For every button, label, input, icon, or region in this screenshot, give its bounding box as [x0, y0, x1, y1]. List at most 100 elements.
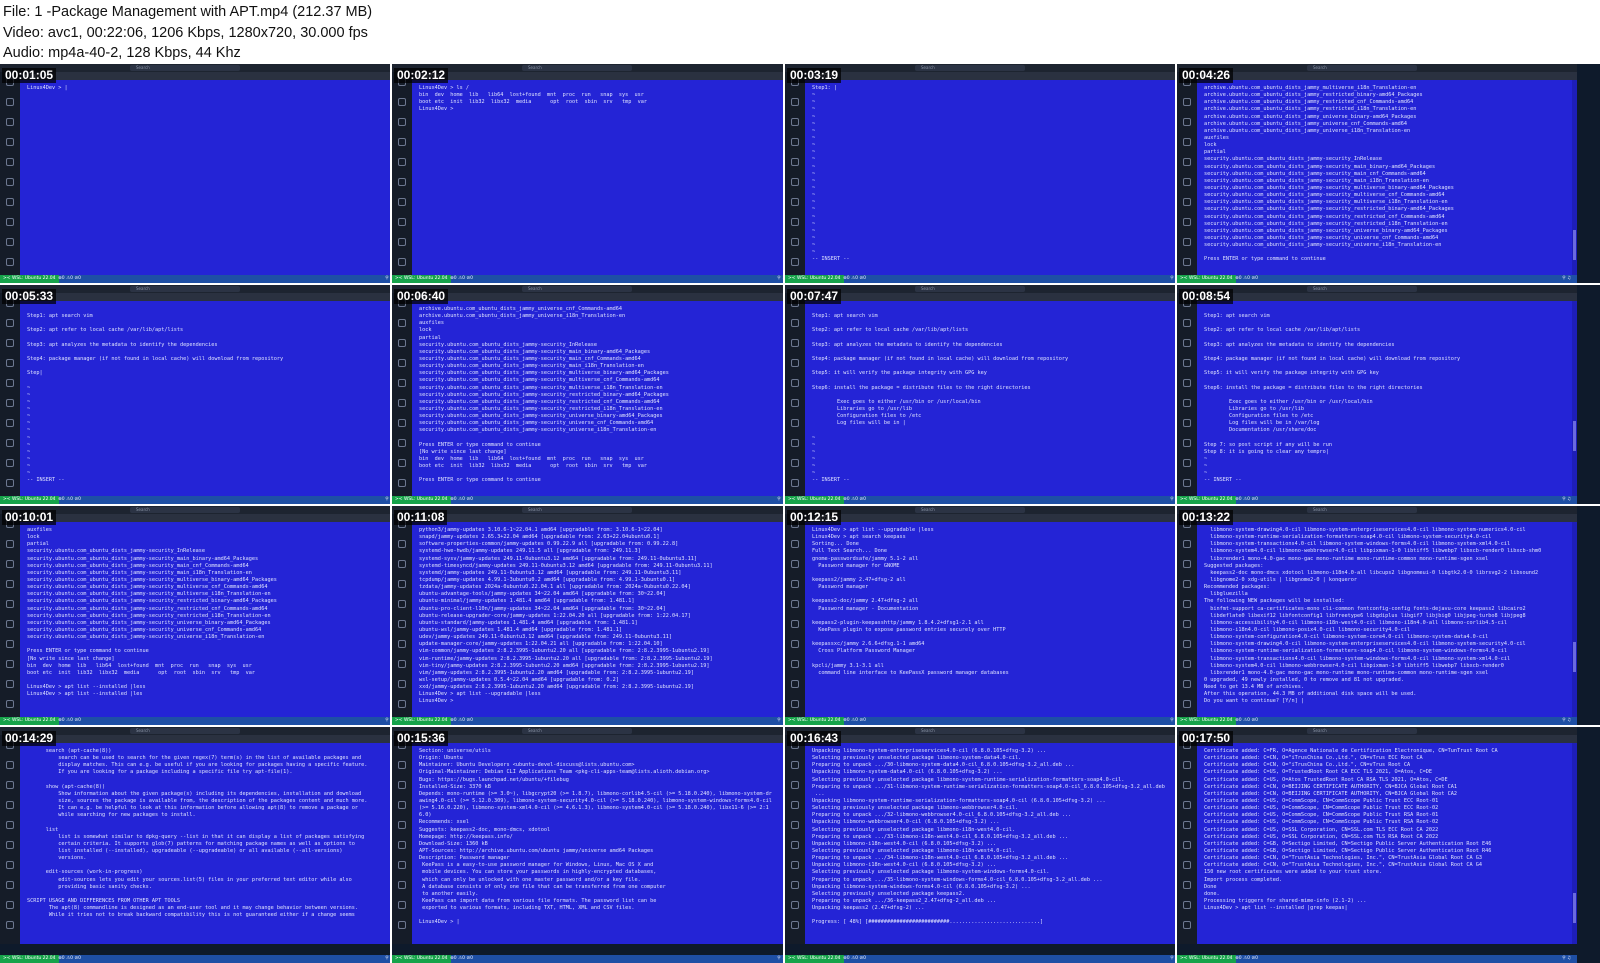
remote-explorer-icon[interactable]	[1183, 399, 1191, 407]
source-control-icon[interactable]	[398, 339, 406, 347]
remote-indicator[interactable]: ≻< WSL: Ubuntu 22.04	[1177, 496, 1236, 504]
testing-icon[interactable]	[791, 861, 799, 869]
docker-icon[interactable]	[791, 439, 799, 447]
search-box[interactable]: Search	[522, 728, 632, 734]
run-debug-icon[interactable]	[6, 801, 14, 809]
terminal-panel[interactable]: Section: universe/utils Origin: Ubuntu Mai…	[412, 743, 783, 944]
terminal-panel[interactable]: archive.ubuntu.com_ubuntu_dists_jammy_un…	[412, 301, 783, 502]
run-debug-icon[interactable]	[1183, 359, 1191, 367]
testing-icon[interactable]	[1183, 419, 1191, 427]
terminal-panel[interactable]: Unpacking libmono-system-enterpriseservi…	[805, 743, 1175, 944]
search-icon[interactable]	[6, 761, 14, 769]
account-icon[interactable]	[6, 680, 14, 688]
notifications-icon[interactable]: ⚲ ♫	[1170, 496, 1175, 504]
video-thumbnail[interactable]: Search▣ bash ×auxfileslockpartialsecurit…	[0, 506, 390, 725]
problems-indicator[interactable]: ⊗0 ⚠0 ⊘0	[1235, 275, 1258, 283]
video-thumbnail[interactable]: Search▣ bash × Linux4Dev > ls /bin dev ho…	[392, 64, 783, 283]
remote-indicator[interactable]: ≻< WSL: Ubuntu 22.04	[785, 955, 844, 963]
notifications-icon[interactable]: ⚲ ♫	[385, 275, 390, 283]
problems-indicator[interactable]: ⊗0 ⚠0 ⊘0	[58, 955, 81, 963]
terminal-panel[interactable]: auxfiles lock partial security.ubuntu.com_u…	[20, 522, 390, 723]
docker-icon[interactable]	[398, 881, 406, 889]
terminal-panel[interactable]: Linux4Dev > apt list --upgradable |less L…	[805, 522, 1175, 723]
remote-indicator[interactable]: ≻< WSL: Ubuntu 22.04	[785, 496, 844, 504]
source-control-icon[interactable]	[1183, 560, 1191, 568]
docker-icon[interactable]	[6, 660, 14, 668]
terminal-panel[interactable]: Linux4Dev > ls / bin dev home lib lib64 l…	[412, 80, 783, 281]
terminal-panel[interactable]: search (apt-cache(8)) search can be used…	[20, 743, 390, 944]
problems-indicator[interactable]: ⊗0 ⚠0 ⊘0	[58, 275, 81, 283]
remote-explorer-icon[interactable]	[791, 399, 799, 407]
source-control-icon[interactable]	[6, 339, 14, 347]
run-debug-icon[interactable]	[1183, 138, 1191, 146]
terminal-panel[interactable]: Step1: apt search vim Step2: apt refer to…	[1197, 301, 1577, 502]
extensions-icon[interactable]	[1183, 379, 1191, 387]
terminal-panel[interactable]: Step1: apt search vim Step2: apt refer to…	[805, 301, 1175, 502]
video-thumbnail[interactable]: Search▣ bash ×Section: universe/utilsOri…	[392, 727, 783, 963]
run-debug-icon[interactable]	[791, 359, 799, 367]
notifications-icon[interactable]: ⚲ ♫	[777, 275, 783, 283]
search-box[interactable]: Search	[915, 728, 1025, 734]
source-control-icon[interactable]	[6, 781, 14, 789]
video-thumbnail[interactable]: Search▣ bash × Unpacking libmono-system-e…	[785, 727, 1175, 963]
terminal-panel[interactable]: Step1: | ~ ~ ~ ~ ~ ~ ~ ~ ~ ~ ~ ~ ~ ~ ~ ~ ~ ~ ~ ~ ~ ~ ~ -- INSERT…	[805, 80, 1175, 281]
settings-icon[interactable]	[791, 479, 799, 487]
extensions-icon[interactable]	[1183, 158, 1191, 166]
extensions-icon[interactable]	[398, 821, 406, 829]
video-thumbnail[interactable]: Search▣ bash × Linux4Dev > | ≻< WSL: Ubunt…	[0, 64, 390, 283]
search-box[interactable]: Search	[1307, 65, 1417, 71]
notifications-icon[interactable]: ⚲ ♫	[1562, 717, 1571, 725]
scrollbar-thumb[interactable]	[1573, 230, 1576, 260]
problems-indicator[interactable]: ⊗0 ⚠0 ⊘0	[843, 496, 866, 504]
problems-indicator[interactable]: ⊗0 ⚠0 ⊘0	[843, 275, 866, 283]
testing-icon[interactable]	[1183, 198, 1191, 206]
video-thumbnail[interactable]: Search▣ bash × libmono-system-drawing4.0…	[1177, 506, 1600, 725]
search-icon[interactable]	[398, 98, 406, 106]
testing-icon[interactable]	[791, 640, 799, 648]
video-thumbnail[interactable]: Search▣ bash × Certificate added: C=FR, O…	[1177, 727, 1600, 963]
source-control-icon[interactable]	[6, 118, 14, 126]
remote-indicator[interactable]: ≻< WSL: Ubuntu 22.04	[785, 275, 844, 283]
search-box[interactable]: Search	[915, 65, 1025, 71]
extensions-icon[interactable]	[398, 600, 406, 608]
search-box[interactable]: Search	[522, 507, 632, 513]
account-icon[interactable]	[791, 238, 799, 246]
remote-explorer-icon[interactable]	[6, 620, 14, 628]
docker-icon[interactable]	[6, 439, 14, 447]
run-debug-icon[interactable]	[6, 138, 14, 146]
terminal-panel[interactable]: archive.ubuntu.com_ubuntu_dists_jammy_mu…	[1197, 80, 1577, 281]
problems-indicator[interactable]: ⊗0 ⚠0 ⊘0	[1235, 717, 1258, 725]
remote-indicator[interactable]: ≻< WSL: Ubuntu 22.04	[392, 496, 451, 504]
testing-icon[interactable]	[791, 419, 799, 427]
account-icon[interactable]	[1183, 680, 1191, 688]
source-control-icon[interactable]	[398, 781, 406, 789]
extensions-icon[interactable]	[398, 158, 406, 166]
notifications-icon[interactable]: ⚲ ♫	[1170, 955, 1175, 963]
settings-icon[interactable]	[1183, 479, 1191, 487]
remote-explorer-icon[interactable]	[791, 178, 799, 186]
extensions-icon[interactable]	[1183, 600, 1191, 608]
account-icon[interactable]	[398, 238, 406, 246]
terminal-panel[interactable]: python3/jammy-updates 3.10.6-1~22.04.1 a…	[412, 522, 783, 723]
video-thumbnail[interactable]: Search▣ bash × archive.ubuntu.com_ubuntu_…	[1177, 64, 1600, 283]
testing-icon[interactable]	[1183, 861, 1191, 869]
account-icon[interactable]	[1183, 238, 1191, 246]
settings-icon[interactable]	[791, 921, 799, 929]
extensions-icon[interactable]	[6, 379, 14, 387]
remote-explorer-icon[interactable]	[398, 620, 406, 628]
extensions-icon[interactable]	[1183, 821, 1191, 829]
run-debug-icon[interactable]	[6, 580, 14, 588]
source-control-icon[interactable]	[1183, 781, 1191, 789]
remote-explorer-icon[interactable]	[1183, 620, 1191, 628]
problems-indicator[interactable]: ⊗0 ⚠0 ⊘0	[450, 717, 473, 725]
search-box[interactable]: Search	[1307, 286, 1417, 292]
run-debug-icon[interactable]	[791, 801, 799, 809]
terminal-scrollbar[interactable]	[1572, 743, 1577, 944]
source-control-icon[interactable]	[398, 560, 406, 568]
remote-indicator[interactable]: ≻< WSL: Ubuntu 22.04	[1177, 717, 1236, 725]
video-thumbnail[interactable]: Search▣ bash × archive.ubuntu.com_ubuntu_…	[392, 285, 783, 504]
extensions-icon[interactable]	[791, 379, 799, 387]
remote-indicator[interactable]: ≻< WSL: Ubuntu 22.04	[392, 275, 451, 283]
remote-explorer-icon[interactable]	[398, 841, 406, 849]
search-icon[interactable]	[6, 540, 14, 548]
